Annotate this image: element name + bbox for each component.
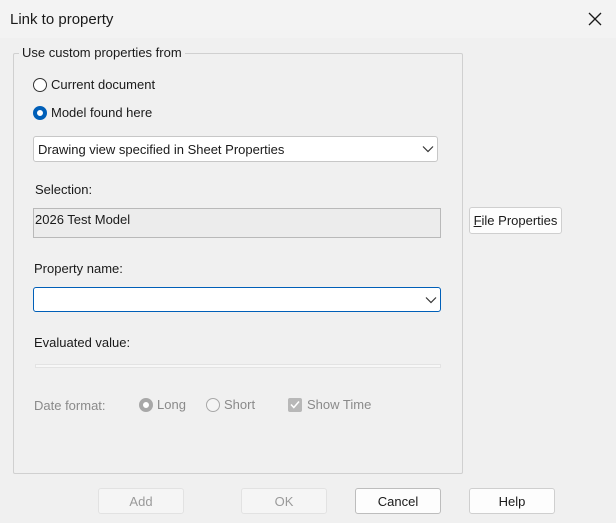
check-icon: [288, 397, 302, 412]
show-time-checkbox[interactable]: Show Time: [288, 397, 371, 412]
radio-current-document[interactable]: Current document: [33, 77, 155, 92]
chevron-down-icon: [422, 296, 440, 304]
radio-date-long[interactable]: Long: [139, 397, 186, 412]
radio-circle-checked: [33, 105, 47, 120]
cancel-button[interactable]: Cancel: [355, 488, 441, 514]
radio-circle: [33, 77, 47, 92]
file-properties-label: ile Properties: [481, 213, 558, 228]
radio-date-long-label: Long: [157, 397, 186, 412]
radio-circle-disabled: [206, 397, 220, 412]
selection-label: Selection:: [35, 182, 93, 197]
file-properties-mnemonic: F: [473, 213, 482, 228]
radio-date-short-label: Short: [224, 397, 256, 412]
title-bar: Link to property: [0, 0, 616, 38]
date-format-label: Date format:: [34, 398, 106, 413]
add-button[interactable]: Add: [98, 488, 184, 514]
radio-model-found-here-label: Model found here: [51, 105, 153, 120]
help-button-label: Help: [498, 493, 526, 509]
close-button[interactable]: [586, 10, 604, 28]
radio-current-document-label: Current document: [51, 77, 156, 92]
close-icon: [588, 12, 602, 26]
ok-button[interactable]: OK: [241, 488, 327, 514]
radio-date-short[interactable]: Short: [206, 397, 255, 412]
evaluated-value-label: Evaluated value:: [34, 335, 131, 350]
file-properties-button[interactable]: File Properties: [469, 207, 562, 234]
chevron-down-icon: [419, 145, 437, 153]
selection-value: 2026 Test Model: [35, 212, 131, 227]
ok-button-label: OK: [274, 493, 294, 509]
cancel-button-label: Cancel: [377, 493, 419, 509]
property-name-dropdown[interactable]: [33, 287, 441, 312]
dialog-title: Link to property: [10, 11, 114, 28]
radio-model-found-here[interactable]: Model found here: [33, 105, 152, 120]
source-dropdown[interactable]: Drawing view specified in Sheet Properti…: [33, 136, 438, 162]
radio-circle-disabled-checked: [139, 397, 153, 412]
property-name-label: Property name:: [34, 261, 123, 276]
evaluated-value-field: [35, 364, 441, 368]
source-dropdown-value: Drawing view specified in Sheet Properti…: [38, 141, 285, 157]
selection-field: 2026 Test Model: [33, 208, 441, 238]
help-button[interactable]: Help: [469, 488, 555, 514]
add-button-label: Add: [129, 493, 153, 509]
show-time-label: Show Time: [307, 397, 372, 412]
group-label: Use custom properties from: [19, 45, 185, 60]
